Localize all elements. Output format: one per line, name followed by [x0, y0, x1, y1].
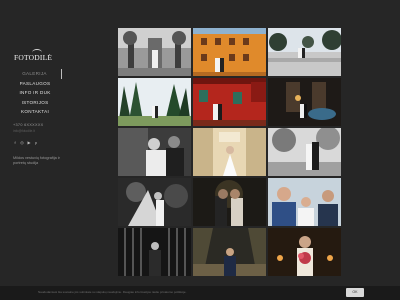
photo-castle-park[interactable]	[268, 28, 341, 76]
photo-garden-forest[interactable]	[118, 78, 191, 126]
photo-night-fountain[interactable]	[268, 78, 341, 126]
photo-bride-veil-bw[interactable]	[118, 178, 191, 226]
photo-couple-trees-bw[interactable]	[268, 128, 341, 176]
site-logo[interactable]: FOTODILĖ	[14, 49, 54, 65]
photo-red-windows[interactable]	[193, 78, 266, 126]
cookie-banner: Naudodamiesi šia svetaine jūs sutinkate …	[0, 286, 400, 300]
main-nav: GALERIJA PASLAUGOS INFO IR DUK ISTORIJOS…	[8, 69, 62, 117]
photo-church-entrance-bw[interactable]	[118, 28, 191, 76]
instagram-icon[interactable]: ◎	[20, 141, 24, 145]
nav-item-paslaugos[interactable]: PASLAUGOS	[8, 79, 62, 89]
cookie-text: Naudodamiesi šia svetaine jūs sutinkate …	[38, 290, 187, 294]
photo-orange-building[interactable]	[193, 28, 266, 76]
phone-number[interactable]: +370 6XXXXXX	[13, 123, 44, 127]
sidebar: FOTODILĖ GALERIJA PASLAUGOS INFO IR DUK …	[0, 0, 112, 300]
nav-item-info[interactable]: INFO IR DUK	[8, 88, 62, 98]
youtube-icon[interactable]: ▶	[27, 141, 31, 145]
email-address[interactable]: info@fotodile.lt	[13, 129, 35, 133]
nav-item-galerija[interactable]: GALERIJA	[8, 69, 62, 79]
photo-groom-stairs[interactable]	[193, 228, 266, 276]
photo-gallery	[118, 28, 341, 286]
photo-couple-dark-kiss[interactable]	[193, 178, 266, 226]
photo-bride-bouquet[interactable]	[268, 228, 341, 276]
pinterest-icon[interactable]: p	[34, 141, 38, 145]
logo-text: FOTODILĖ	[14, 53, 53, 62]
nav-item-istorijos[interactable]: ISTORIJOS	[8, 98, 62, 108]
photo-couple-bw-laugh[interactable]	[118, 128, 191, 176]
photo-groom-gate[interactable]	[118, 228, 191, 276]
facebook-icon[interactable]: f	[13, 141, 17, 145]
cookie-accept-button[interactable]: OK	[346, 288, 364, 297]
tagline: Mildos vestuvių fotografija ir portretų …	[13, 156, 60, 166]
photo-bride-corridor[interactable]	[193, 128, 266, 176]
photo-couple-closeup-color[interactable]	[268, 178, 341, 226]
nav-item-kontaktai[interactable]: KONTAKTAI	[8, 107, 62, 117]
social-links: f ◎ ▶ p	[13, 141, 38, 145]
